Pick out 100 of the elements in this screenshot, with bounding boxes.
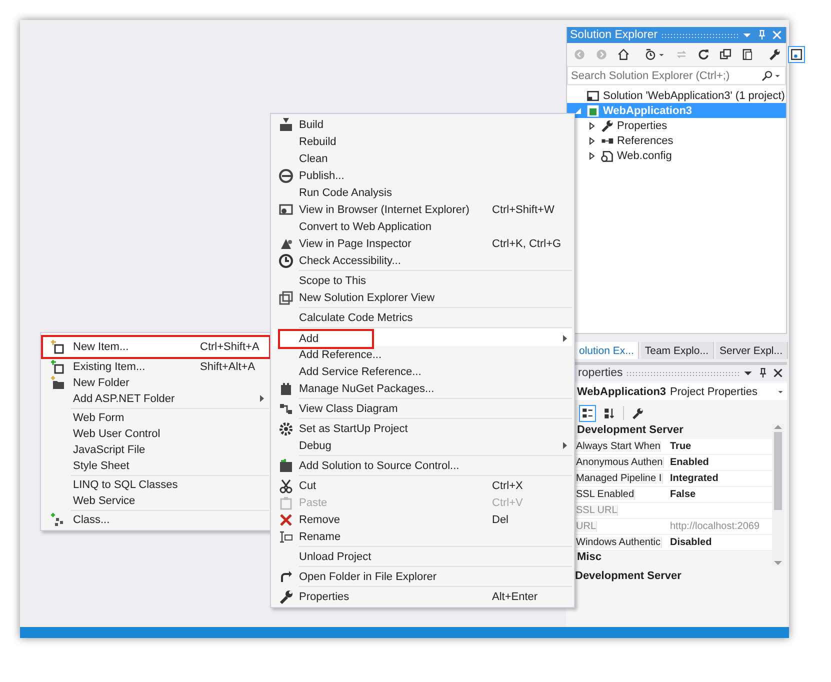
menu-item[interactable]: Class... [43,512,269,528]
menu-item-label: Clean [299,152,329,164]
property-value[interactable]: Integrated [669,473,718,484]
menu-item[interactable]: Open Folder in File Explorer [273,568,572,585]
menu-item[interactable]: LINQ to SQL Classes [43,477,269,493]
shortcut-label: Ctrl+V [492,496,523,508]
menu-item-label: View in Page Inspector [299,238,412,250]
collapsed-icon[interactable] [588,136,596,144]
menu-item[interactable]: Run Code Analysis [273,184,572,201]
menu-item[interactable]: View in Page Inspector Ctrl+K, Ctrl+G [273,235,572,252]
property-value[interactable]: Enabled [669,457,709,468]
collapsed-icon[interactable] [588,152,596,160]
toolbar-button[interactable] [788,46,805,62]
category-header[interactable]: Misc [575,551,772,566]
shortcut-label: Ctrl+K, Ctrl+G [492,238,562,250]
shortcut-label: Alt+Enter [492,590,538,602]
menu-item[interactable]: JavaScript File [43,442,269,458]
tree-item[interactable]: Solution 'WebApplication3' (1 project) [567,88,786,103]
object-selector[interactable]: WebApplication3 Project Properties [575,383,787,400]
panel-tab[interactable]: olution Ex... [575,342,639,359]
collapsed-icon[interactable] [588,122,596,130]
property-row[interactable]: SSL Enabled False [575,487,772,503]
menu-item-label: Add Solution to Source Control... [299,460,460,472]
search-field[interactable]: Search Solution Explorer (Ctrl+;) [567,66,786,85]
menu-item-label: Add Reference... [299,348,383,360]
new-folder-icon [50,375,66,391]
back-icon [573,48,586,60]
menu-item-label: Style Sheet [73,460,130,472]
property-value[interactable]: Disabled [669,537,712,548]
collapse-all-icon [719,48,732,60]
property-row[interactable]: Anonymous Authen Enabled [575,455,772,471]
panel-title: roperties [578,367,623,379]
shortcut-label: Shift+Alt+A [200,361,256,373]
menu-item[interactable]: View in Browser (Internet Explorer) Ctrl+Shift+W [273,201,572,218]
add-item-icon [50,359,66,375]
menu-item[interactable]: Properties Alt+Enter [273,588,572,605]
menu-item-label: New Solution Explorer View [299,292,436,304]
cut-icon [278,478,294,494]
menu-item-label: New Item... [73,341,130,353]
refresh-icon [697,48,710,60]
menu-item[interactable]: Convert to Web Application [273,218,572,235]
panel-tab[interactable]: Team Explo... [640,342,714,359]
menu-item[interactable]: Add Reference... [273,346,572,363]
panel-tab[interactable]: Server Expl... [716,342,788,359]
menu-item[interactable]: Manage NuGet Packages... [273,380,572,397]
expanded-icon[interactable] [574,106,582,114]
menu-item-label: View Class Diagram [299,402,399,414]
menu-item-label: Web User Control [73,428,162,440]
menu-item[interactable]: New Folder [43,375,269,391]
paste-icon [278,494,294,510]
menu-item[interactable]: Existing Item... Shift+Alt+A [43,359,269,375]
menu-item[interactable]: New Solution Explorer View [273,289,572,306]
menu-item[interactable]: New Item... Ctrl+Shift+A [41,335,271,359]
property-value[interactable]: True [669,441,692,452]
menu-item-label: Remove [299,514,341,526]
menu-item-label: Set as StartUp Project [299,422,409,434]
property-name: Managed Pipeline I [575,473,663,484]
property-row[interactable]: Always Start When True [575,439,772,455]
windows-icon [278,290,294,306]
menu-item[interactable]: View Class Diagram [273,400,572,417]
history-icon [644,48,657,60]
menu-item[interactable]: Scope to This [273,272,572,289]
menu-item[interactable]: Publish... [273,167,572,184]
menu-item[interactable]: Remove Del [273,511,572,528]
close-icon [772,367,784,379]
menu-item[interactable]: Unload Project [273,548,572,565]
menu-item[interactable]: Web User Control [43,426,269,442]
toolbar-button[interactable] [579,404,596,422]
menu-item[interactable]: Rename [273,528,572,545]
menu-item[interactable]: Add ASP.NET Folder [43,391,269,407]
category-header[interactable]: Development Server [575,424,772,439]
menu-item[interactable]: Add Solution to Source Control... [273,457,572,474]
menu-item[interactable]: Add Service Reference... [273,363,572,380]
menu-item-label: Paste [299,496,328,508]
menu-item[interactable]: Style Sheet [43,458,269,474]
menu-item[interactable]: Check Accessibility... [273,252,572,269]
show-all-files-icon [741,48,754,60]
property-value[interactable]: False [669,489,696,500]
menu-item[interactable]: Set as StartUp Project [273,420,572,437]
tree-item-label: Web.config [617,150,672,162]
menu-item-label: View in Browser (Internet Explorer) [299,204,470,216]
menu-item-label: Manage NuGet Packages... [299,382,436,394]
preview-icon [790,48,803,60]
menu-item[interactable]: Debug [273,437,572,454]
menu-item-label: Calculate Code Metrics [299,312,414,324]
menu-item-label: Web Service [73,495,136,507]
remove-icon [278,512,294,528]
menu-item[interactable]: Web Service [43,493,269,509]
menu-item[interactable]: Add [273,329,572,346]
menu-item-label: Publish... [299,170,346,182]
wrench-icon [631,406,644,420]
menu-item-label: Properties [299,590,350,602]
menu-item[interactable]: Cut Ctrl+X [273,477,572,494]
property-row[interactable]: Managed Pipeline I Integrated [575,471,772,487]
menu-item[interactable]: Web Form [43,410,269,426]
menu-item[interactable]: Calculate Code Metrics [273,309,572,326]
menu-item-label: Open Folder in File Explorer [299,570,438,582]
menu-item-label: Rebuild [299,136,338,148]
browser-icon [278,202,294,218]
tree-item-label: References [617,134,674,146]
